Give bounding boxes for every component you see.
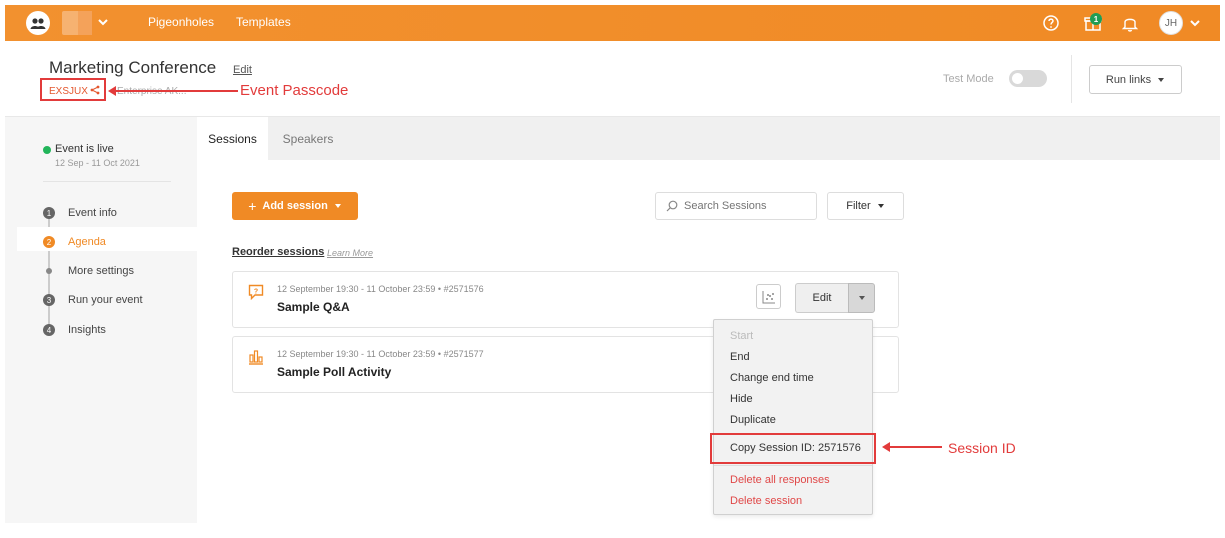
caret-down-icon — [877, 204, 884, 208]
add-session-label: Add session — [262, 200, 328, 212]
add-session-button[interactable]: + Add session — [232, 192, 358, 220]
app-window: Pigeonholes Templates 1 JH Marketing Con… — [5, 5, 1220, 523]
step-dot — [46, 268, 52, 274]
menu-item-delete-session[interactable]: Delete session — [730, 495, 802, 507]
session-actions-menu: Start End Change end time Hide Duplicate… — [710, 319, 876, 515]
caret-down-icon — [1158, 77, 1165, 82]
annotation-arrow-icon — [882, 442, 942, 452]
qa-icon: ? — [248, 284, 264, 300]
tab-sessions[interactable]: Sessions — [197, 117, 268, 160]
tab-bar: Sessions Speakers — [197, 117, 1220, 160]
session-meta: 12 September 19:30 - 11 October 23:59 • … — [277, 284, 484, 294]
sidebar-item-more-settings[interactable]: More settings — [43, 265, 134, 277]
analytics-icon — [762, 290, 775, 303]
menu-item-hide[interactable]: Hide — [730, 393, 753, 405]
step-label: Event info — [68, 207, 117, 219]
step-number: 2 — [43, 236, 55, 248]
test-mode-toggle[interactable] — [1009, 70, 1047, 87]
pigeonhole-logo-icon[interactable] — [26, 11, 50, 35]
menu-item-end[interactable]: End — [730, 351, 750, 363]
caret-down-icon — [858, 296, 865, 300]
top-navbar: Pigeonholes Templates 1 JH — [5, 5, 1220, 41]
event-status: Event is live — [55, 143, 114, 155]
divider — [1071, 55, 1072, 103]
share-icon[interactable] — [90, 85, 100, 95]
sidebar-item-run-your-event[interactable]: 3 Run your event — [43, 294, 143, 306]
bell-icon[interactable] — [1120, 13, 1140, 33]
run-links-label: Run links — [1105, 73, 1152, 86]
step-label: More settings — [68, 265, 135, 277]
menu-item-change-end-time[interactable]: Change end time — [730, 372, 814, 384]
session-meta: 12 September 19:30 - 11 October 23:59 • … — [277, 349, 484, 359]
help-icon[interactable] — [1041, 13, 1061, 33]
plus-icon: + — [248, 198, 257, 214]
search-sessions-field[interactable] — [655, 192, 817, 220]
session-name[interactable]: Sample Q&A — [277, 300, 350, 314]
search-input[interactable] — [684, 200, 804, 212]
chevron-down-icon[interactable] — [1188, 16, 1202, 30]
search-icon — [666, 200, 678, 212]
menu-item-start: Start — [730, 330, 754, 342]
step-label: Insights — [68, 324, 106, 336]
divider — [43, 181, 171, 182]
edit-event-link[interactable]: Edit — [233, 64, 252, 76]
filter-label: Filter — [846, 200, 871, 212]
learn-more-link[interactable]: Learn More — [327, 248, 373, 258]
svg-text:?: ? — [254, 289, 258, 296]
step-number: 1 — [43, 207, 55, 219]
org-switcher-shade — [78, 11, 92, 35]
menu-item-duplicate[interactable]: Duplicate — [730, 414, 776, 426]
main-content: Sessions Speakers + Add session Filter R… — [197, 117, 1220, 523]
event-header: Marketing Conference Edit EXSJUX Enterpr… — [5, 41, 1220, 117]
event-title: Marketing Conference — [49, 58, 217, 77]
reorder-sessions-link[interactable]: Reorder sessions — [232, 246, 324, 258]
menu-item-delete-all-responses[interactable]: Delete all responses — [730, 474, 830, 486]
annotation-arrow-icon — [108, 86, 238, 96]
chevron-down-icon[interactable] — [96, 15, 110, 29]
menu-divider — [714, 465, 872, 466]
notification-badge: 1 — [1090, 13, 1102, 25]
poll-icon — [249, 350, 263, 365]
sidebar-item-event-info[interactable]: 1 Event info — [43, 207, 117, 219]
test-mode-label: Test Mode — [943, 73, 994, 85]
menu-item-copy-session-id[interactable]: Copy Session ID: 2571576 — [730, 442, 861, 454]
nav-templates[interactable]: Templates — [236, 15, 291, 29]
edit-menu-toggle[interactable] — [848, 283, 875, 313]
session-name[interactable]: Sample Poll Activity — [277, 365, 391, 379]
sidebar-item-agenda[interactable]: 2 Agenda — [43, 236, 106, 248]
filter-button[interactable]: Filter — [827, 192, 904, 220]
user-avatar[interactable]: JH — [1159, 11, 1183, 35]
step-label: Run your event — [68, 294, 143, 306]
annotation-event-passcode: Event Passcode — [240, 82, 349, 99]
annotation-session-id: Session ID — [948, 440, 1016, 456]
step-number: 4 — [43, 324, 55, 336]
caret-down-icon — [334, 204, 341, 208]
tab-speakers[interactable]: Speakers — [268, 117, 348, 160]
event-date-range: 12 Sep - 11 Oct 2021 — [55, 158, 140, 168]
step-number: 3 — [43, 294, 55, 306]
step-label: Agenda — [68, 236, 106, 248]
sidebar-item-insights[interactable]: 4 Insights — [43, 324, 106, 336]
left-sidebar: Event is live 12 Sep - 11 Oct 2021 1 Eve… — [5, 117, 197, 523]
event-passcode[interactable]: EXSJUX — [49, 86, 88, 97]
edit-session-button[interactable]: Edit — [795, 283, 848, 313]
live-status-dot — [43, 146, 51, 154]
analytics-button[interactable] — [756, 284, 781, 309]
nav-pigeonholes[interactable]: Pigeonholes — [148, 15, 214, 29]
run-links-button[interactable]: Run links — [1089, 65, 1182, 94]
